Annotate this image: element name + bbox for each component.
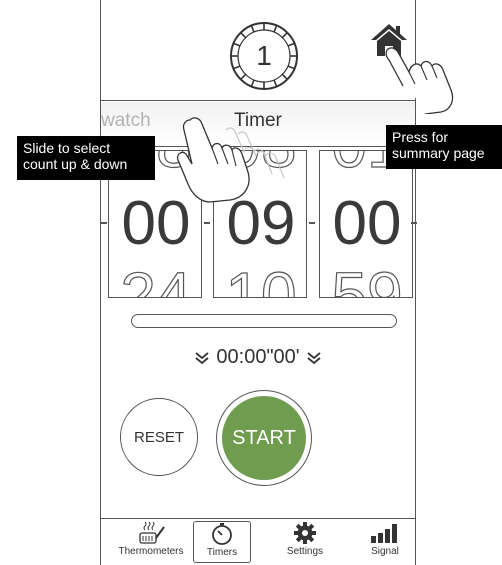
mode-label-stopwatch[interactable]: watch (101, 110, 151, 132)
elapsed-time: 00:00"00' (216, 346, 300, 368)
callout-line: Slide to select (23, 140, 111, 156)
probe-dial[interactable]: 1 (228, 20, 300, 92)
gear-icon (294, 522, 316, 544)
seconds-drum[interactable]: 01 00 59 (319, 150, 413, 298)
nav-divider (101, 518, 415, 519)
drum-tick (204, 222, 210, 224)
timer-progress-bar (131, 314, 397, 328)
thermometer-probe-icon (139, 521, 165, 544)
nav-timers[interactable]: Timers (193, 521, 251, 563)
drum-tick (309, 222, 315, 224)
slide-callout: Slide to select count up & down (17, 136, 155, 180)
nav-signal[interactable]: Signal (359, 521, 411, 563)
press-callout: Press for summary page (386, 125, 502, 169)
seconds-value: 00 (332, 189, 402, 258)
signal-bars-icon (371, 524, 397, 543)
stopwatch-icon (212, 523, 232, 545)
reset-button[interactable]: RESET (120, 398, 198, 476)
minutes-next-value: 10 (225, 259, 297, 298)
hours-next-value: 24 (120, 259, 192, 298)
elapsed-row: 00:00"00' (101, 346, 415, 369)
callout-line: Press for (392, 129, 449, 145)
swipe-hand-icon (176, 117, 285, 203)
nav-label: Settings (286, 546, 324, 557)
probe-number: 1 (256, 40, 272, 71)
phone-screen: 1 watch Timer 08 00 24 08 09 10 01 00 59 (100, 0, 454, 565)
nav-label: Signal (371, 546, 399, 557)
nav-thermometers[interactable]: Thermometers (115, 521, 187, 563)
drum-tick (411, 222, 417, 224)
double-chevron-down-icon[interactable] (194, 351, 210, 365)
nav-label: Timers (206, 547, 238, 558)
callout-line: summary page (392, 145, 485, 161)
start-button-ring: START (216, 390, 312, 486)
callout-line: count up & down (23, 156, 128, 172)
seconds-next-value: 59 (331, 259, 403, 298)
drum-tick (101, 222, 107, 224)
nav-settings[interactable]: Settings (277, 521, 333, 563)
double-chevron-down-icon[interactable] (306, 351, 322, 365)
header-divider (101, 100, 415, 101)
nav-label: Thermometers (118, 546, 184, 557)
start-button[interactable]: START (222, 396, 306, 480)
